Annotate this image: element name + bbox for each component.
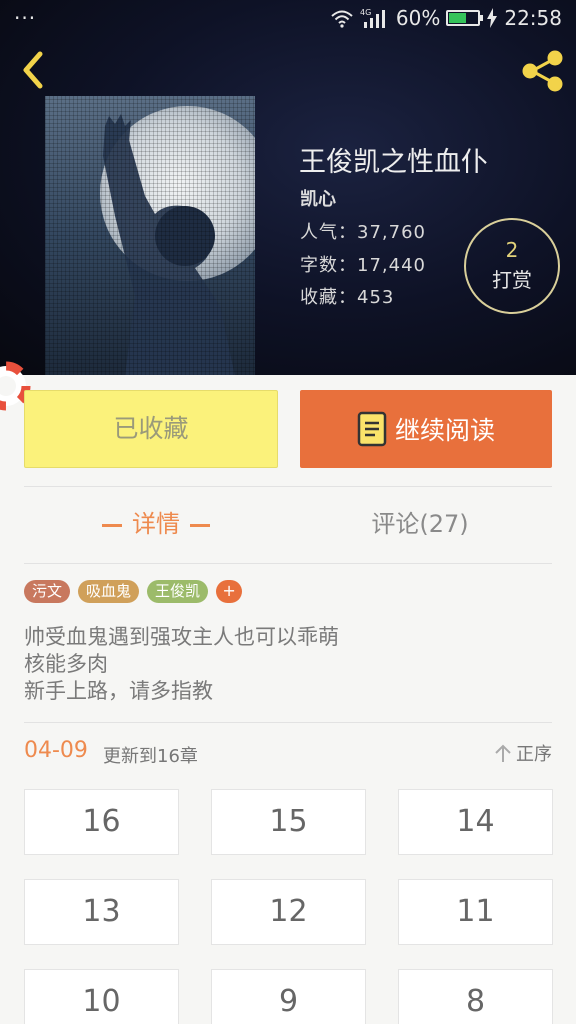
book-cover[interactable] [45, 96, 255, 375]
chapter-button[interactable]: 14 [398, 789, 553, 855]
tag-chip[interactable]: 污文 [24, 580, 71, 603]
word-count-stat: 字数：17,440 [300, 255, 426, 276]
clock: 22:58 [504, 6, 562, 30]
wifi-icon [331, 10, 353, 28]
tab-dash-right [190, 523, 210, 527]
chapter-button[interactable]: 12 [211, 879, 366, 945]
tag-list: 污文 吸血鬼 王俊凯 + [24, 580, 243, 603]
share-icon [522, 50, 563, 92]
tag-chip[interactable]: 吸血鬼 [78, 580, 140, 603]
tip-button[interactable]: 2 打赏 [464, 218, 560, 314]
back-button[interactable] [14, 48, 54, 92]
continue-reading-label: 继续阅读 [394, 416, 495, 445]
tab-comments[interactable]: 评论(27) [288, 500, 552, 548]
chapter-button[interactable]: 9 [211, 969, 366, 1024]
book-icon [357, 411, 387, 447]
signal-icon: 4G [360, 8, 385, 28]
tab-detail-label: 详情 [132, 510, 180, 538]
update-date: 04-09 [24, 738, 88, 763]
divider [24, 486, 552, 487]
description-line: 新手上路，请多指教 [24, 679, 213, 703]
charging-icon [487, 8, 498, 28]
favorites-stat: 收藏：453 [300, 287, 395, 308]
sort-button[interactable]: 正序 [494, 740, 552, 766]
continue-reading-button[interactable]: 继续阅读 [300, 390, 552, 468]
favorited-button[interactable]: 已收藏 [24, 390, 278, 468]
divider [24, 722, 552, 723]
tab-dash-left [102, 523, 122, 527]
author-name[interactable]: 凯心 [300, 185, 336, 211]
add-tag-button[interactable]: + [216, 580, 243, 603]
chapter-button[interactable]: 16 [24, 789, 179, 855]
divider [24, 563, 552, 564]
signal-label: 4G [360, 8, 371, 17]
chapter-button[interactable]: 13 [24, 879, 179, 945]
chapter-button[interactable]: 15 [211, 789, 366, 855]
book-description: 帅受血鬼遇到强攻主人也可以乖萌 核能多肉 新手上路，请多指教 [24, 624, 339, 705]
update-text: 更新到16章 [103, 746, 198, 767]
battery-percent: 60% [395, 6, 441, 30]
notification-dots: ··· [14, 6, 37, 30]
chevron-left-icon [23, 51, 43, 89]
tip-count: 2 [505, 238, 519, 262]
chapter-button[interactable]: 11 [398, 879, 553, 945]
description-line: 帅受血鬼遇到强攻主人也可以乖萌 [24, 625, 339, 649]
chapter-button[interactable]: 8 [398, 969, 553, 1024]
arrow-up-icon [495, 744, 511, 762]
cover-mesh [45, 96, 255, 375]
status-bar: ··· 4G 60% 22:58 [0, 0, 576, 40]
book-title: 王俊凯之性血仆 [299, 147, 488, 178]
tag-chip[interactable]: 王俊凯 [147, 580, 209, 603]
battery-icon [446, 10, 484, 26]
chapter-grid: 16 15 14 13 12 11 10 9 8 [24, 789, 553, 1024]
tip-label: 打赏 [492, 268, 532, 292]
tab-detail[interactable]: 详情 [24, 500, 288, 548]
sort-label: 正序 [516, 744, 552, 765]
share-button[interactable] [520, 50, 566, 92]
book-header: ··· 4G 60% 22:58 王俊凯之性血仆 凯心 人气：37,760 字数… [0, 0, 576, 375]
popularity-stat: 人气：37,760 [300, 222, 426, 243]
description-line: 核能多肉 [24, 652, 108, 676]
chapter-button[interactable]: 10 [24, 969, 179, 1024]
